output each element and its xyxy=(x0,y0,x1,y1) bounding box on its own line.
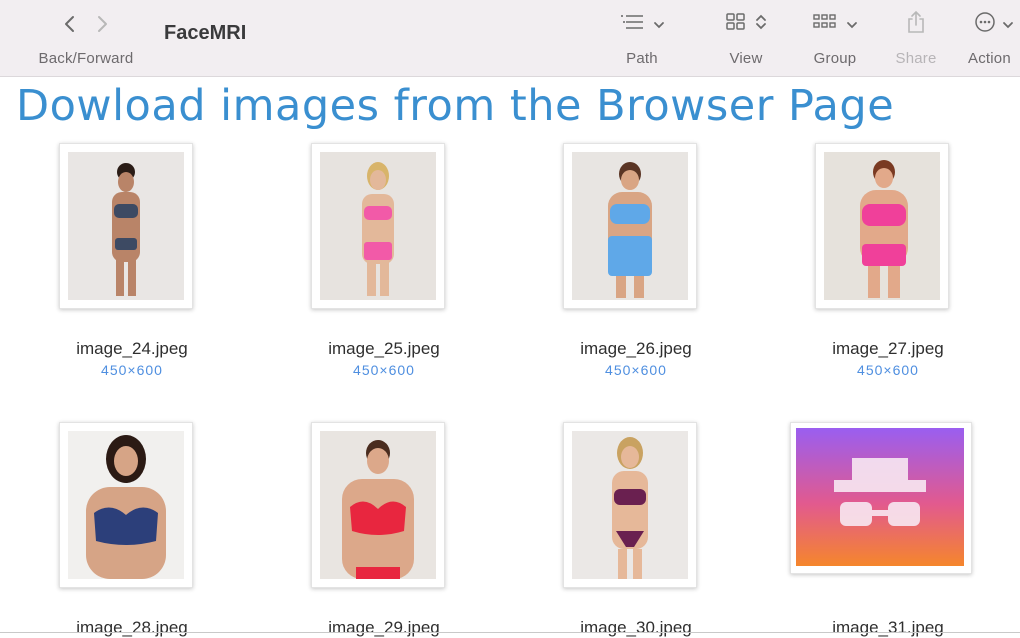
file-item[interactable]: image_28.jpeg xyxy=(6,419,258,638)
file-name: image_31.jpeg xyxy=(832,618,944,637)
updown-chevron-icon xyxy=(755,13,767,36)
share-button[interactable]: Share xyxy=(886,0,946,76)
image-thumbnail[interactable] xyxy=(311,143,445,309)
file-dimensions: 450×600 xyxy=(353,362,415,378)
path-label: Path xyxy=(626,50,658,67)
file-dimensions: 450×600 xyxy=(857,362,919,378)
incognito-icon xyxy=(796,428,964,566)
back-forward-label: Back/Forward xyxy=(38,50,134,67)
finder-toolbar: Back/Forward FaceMRI Path View Group Sha… xyxy=(0,0,1020,77)
view-button[interactable]: View xyxy=(716,0,776,76)
chevron-down-icon xyxy=(1002,18,1014,30)
back-forward-control: Back/Forward xyxy=(22,0,150,76)
more-icon xyxy=(974,11,996,38)
file-item[interactable]: image_27.jpeg 450×600 xyxy=(762,139,1014,384)
file-item[interactable]: image_31.jpeg xyxy=(762,419,1014,638)
file-name: image_26.jpeg xyxy=(580,339,692,358)
file-name: image_24.jpeg xyxy=(76,339,188,358)
file-item[interactable]: image_26.jpeg 450×600 xyxy=(510,139,762,384)
list-icon xyxy=(619,13,645,36)
file-name: image_25.jpeg xyxy=(328,339,440,358)
chevron-down-icon xyxy=(653,18,665,30)
chevron-right-icon[interactable] xyxy=(93,13,111,35)
image-thumbnail[interactable] xyxy=(563,143,697,309)
chevron-down-icon xyxy=(846,18,858,30)
image-thumbnail[interactable] xyxy=(790,422,972,574)
image-thumbnail[interactable] xyxy=(563,422,697,588)
image-thumbnail[interactable] xyxy=(59,143,193,309)
file-item[interactable]: image_25.jpeg 450×600 xyxy=(258,139,510,384)
grid-icon xyxy=(725,12,747,37)
file-name: image_27.jpeg xyxy=(832,339,944,358)
image-thumbnail[interactable] xyxy=(815,143,949,309)
group-button[interactable]: Group xyxy=(804,0,866,76)
file-item[interactable]: image_24.jpeg 450×600 xyxy=(6,139,258,384)
group-label: Group xyxy=(813,50,857,67)
file-name: image_29.jpeg xyxy=(328,618,440,637)
view-label: View xyxy=(729,50,763,67)
path-button[interactable]: Path xyxy=(612,0,672,76)
window-title: FaceMRI xyxy=(164,22,247,44)
file-dimensions: 450×600 xyxy=(101,362,163,378)
file-name: image_30.jpeg xyxy=(580,618,692,637)
file-grid: image_24.jpeg 450×600 image_25.jpeg 450×… xyxy=(0,139,1020,638)
action-button[interactable]: Action xyxy=(964,0,1020,76)
promo-banner: Dowload images from the Browser Page xyxy=(0,77,1020,139)
chevron-left-icon[interactable] xyxy=(61,13,79,35)
share-icon xyxy=(905,10,927,39)
file-item[interactable]: image_29.jpeg xyxy=(258,419,510,638)
file-item[interactable]: image_30.jpeg xyxy=(510,419,762,638)
image-thumbnail[interactable] xyxy=(311,422,445,588)
file-dimensions: 450×600 xyxy=(605,362,667,378)
divider xyxy=(0,632,1020,633)
group-icon xyxy=(812,13,838,36)
outfit-swatch xyxy=(114,204,138,218)
action-label: Action xyxy=(968,50,1011,67)
file-name: image_28.jpeg xyxy=(76,618,188,637)
image-thumbnail[interactable] xyxy=(59,422,193,588)
share-label: Share xyxy=(895,50,937,67)
